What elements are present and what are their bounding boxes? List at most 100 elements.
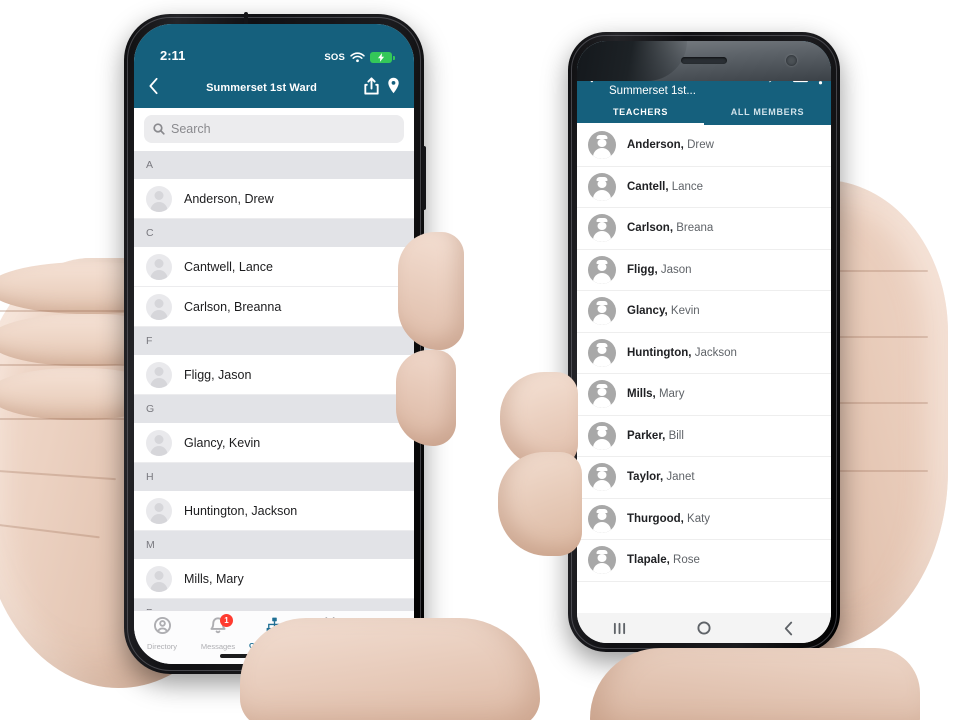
right-hand-lower-fingers xyxy=(590,648,920,720)
member-last-name: Parker, xyxy=(627,429,666,442)
member-first-name: Lance xyxy=(668,180,704,193)
person-circle-icon xyxy=(153,617,171,639)
ios-header: 2:11 SOS Summerset 1st Ward xyxy=(134,24,414,108)
avatar xyxy=(588,131,616,160)
member-last-name: Taylor, xyxy=(627,471,664,484)
avatar xyxy=(588,214,616,243)
member-first-name: Jackson xyxy=(691,346,737,359)
ios-member-list[interactable]: A Anderson, Drew C Cantwell, Lance Carlson, … xyxy=(134,151,414,627)
left-hand-lower-fingers xyxy=(240,618,540,720)
member-last-name: Carlson, xyxy=(627,222,674,235)
list-item[interactable]: Fligg, Jason xyxy=(134,355,414,395)
battery-charging-icon xyxy=(370,52,395,63)
member-name: Thurgood, Katy xyxy=(627,513,710,525)
android-nav-bar xyxy=(577,613,831,643)
avatar xyxy=(588,255,616,284)
avatar xyxy=(146,361,172,388)
list-item[interactable]: Huntington, Jackson xyxy=(134,491,414,531)
iphone-power-button[interactable] xyxy=(422,146,426,210)
member-name: Mills, Mary xyxy=(184,571,244,586)
list-item[interactable]: Mills, Mary xyxy=(577,374,831,416)
ios-clock: 2:11 xyxy=(160,48,186,63)
android-member-list[interactable]: Anderson, Drew Cantell, Lance Carlson, Bre… xyxy=(577,125,831,582)
list-item[interactable]: Fligg, Jason xyxy=(577,250,831,292)
avatar xyxy=(146,565,172,592)
tab-directory[interactable]: Directory xyxy=(134,617,190,651)
list-item[interactable]: Tlapale, Rose xyxy=(577,540,831,582)
avatar xyxy=(588,297,616,326)
member-first-name: Drew xyxy=(683,139,714,152)
member-name: Glancy, Kevin xyxy=(184,435,261,450)
avatar xyxy=(146,497,172,524)
index-finger-tip xyxy=(398,232,464,350)
member-first-name: Janet xyxy=(663,471,695,484)
member-first-name: Kevin xyxy=(667,305,700,318)
front-camera xyxy=(786,55,797,66)
member-first-name: Mary xyxy=(655,388,685,401)
member-name: Glancy, Kevin xyxy=(627,305,700,317)
member-first-name: Rose xyxy=(669,554,700,567)
member-name: Taylor, Janet xyxy=(627,471,695,483)
bell-icon: 1 xyxy=(210,614,233,639)
member-name: Fligg, Jason xyxy=(184,367,252,382)
list-item[interactable]: Mills, Mary xyxy=(134,559,414,599)
map-pin-icon[interactable] xyxy=(387,77,400,99)
member-name: Huntington, Jackson xyxy=(627,347,737,359)
android-middle-finger-tip xyxy=(498,452,582,556)
member-first-name: Breana xyxy=(673,222,714,235)
back-button[interactable] xyxy=(746,621,831,636)
tab-all-members[interactable]: ALL MEMBERS xyxy=(704,99,831,125)
search-icon xyxy=(153,123,165,135)
member-name: Carlson, Breanna xyxy=(184,299,282,314)
member-first-name: Jason xyxy=(657,263,692,276)
member-last-name: Mills, xyxy=(627,388,656,401)
member-last-name: Glancy, xyxy=(627,305,668,318)
member-name: Mills, Mary xyxy=(627,388,685,400)
list-item[interactable]: Glancy, Kevin xyxy=(134,423,414,463)
tab-label: Directory xyxy=(146,642,177,651)
member-last-name: Tlapale, xyxy=(627,554,670,567)
tab-teachers[interactable]: TEACHERS xyxy=(577,99,704,126)
avatar xyxy=(146,253,172,280)
list-item[interactable]: Carlson, Breana xyxy=(577,208,831,250)
member-last-name: Thurgood, xyxy=(627,512,684,525)
iphone-device: 2:11 SOS Summerset 1st Ward Search A And… xyxy=(124,12,426,674)
list-item[interactable]: Parker, Bill xyxy=(577,416,831,458)
avatar xyxy=(588,380,616,409)
member-name: Parker, Bill xyxy=(627,430,684,442)
tab-messages[interactable]: 1 Messages xyxy=(190,614,246,651)
home-icon xyxy=(697,621,711,635)
list-item[interactable]: Cantell, Lance xyxy=(577,167,831,209)
list-item[interactable]: Cantwell, Lance xyxy=(134,247,414,287)
member-name: Fligg, Jason xyxy=(627,264,692,276)
back-icon xyxy=(785,621,793,635)
member-first-name: Bill xyxy=(665,429,684,442)
home-button[interactable] xyxy=(662,621,747,635)
recents-button[interactable] xyxy=(577,622,662,635)
recents-icon xyxy=(613,622,625,634)
member-name: Carlson, Breana xyxy=(627,222,713,234)
list-item[interactable]: Thurgood, Katy xyxy=(577,499,831,541)
list-item[interactable]: Glancy, Kevin xyxy=(577,291,831,333)
back-button[interactable] xyxy=(148,77,159,100)
section-header: F xyxy=(134,327,414,355)
member-name: Anderson, Drew xyxy=(184,191,274,206)
member-first-name: Katy xyxy=(683,512,711,525)
page-title: Summerset 1st Ward xyxy=(206,82,317,94)
member-name: Cantwell, Lance xyxy=(184,259,273,274)
list-item[interactable]: Huntington, Jackson xyxy=(577,333,831,375)
android-screen: 8:33 xyxy=(577,41,831,643)
list-item[interactable]: Anderson, Drew xyxy=(577,125,831,167)
ios-nav-bar: Summerset 1st Ward xyxy=(134,68,414,108)
search-placeholder: Search xyxy=(171,122,211,136)
search-input[interactable]: Search xyxy=(144,115,404,143)
member-last-name: Fligg, xyxy=(627,263,658,276)
list-item[interactable]: Carlson, Breanna xyxy=(134,287,414,327)
list-item[interactable]: Taylor, Janet xyxy=(577,457,831,499)
scene: 2:11 SOS Summerset 1st Ward Search A And… xyxy=(0,0,960,720)
section-header: M xyxy=(134,531,414,559)
list-item[interactable]: Anderson, Drew xyxy=(134,179,414,219)
member-name: Tlapale, Rose xyxy=(627,554,700,566)
share-button[interactable] xyxy=(364,76,379,100)
tab-label: Messages xyxy=(200,642,236,651)
